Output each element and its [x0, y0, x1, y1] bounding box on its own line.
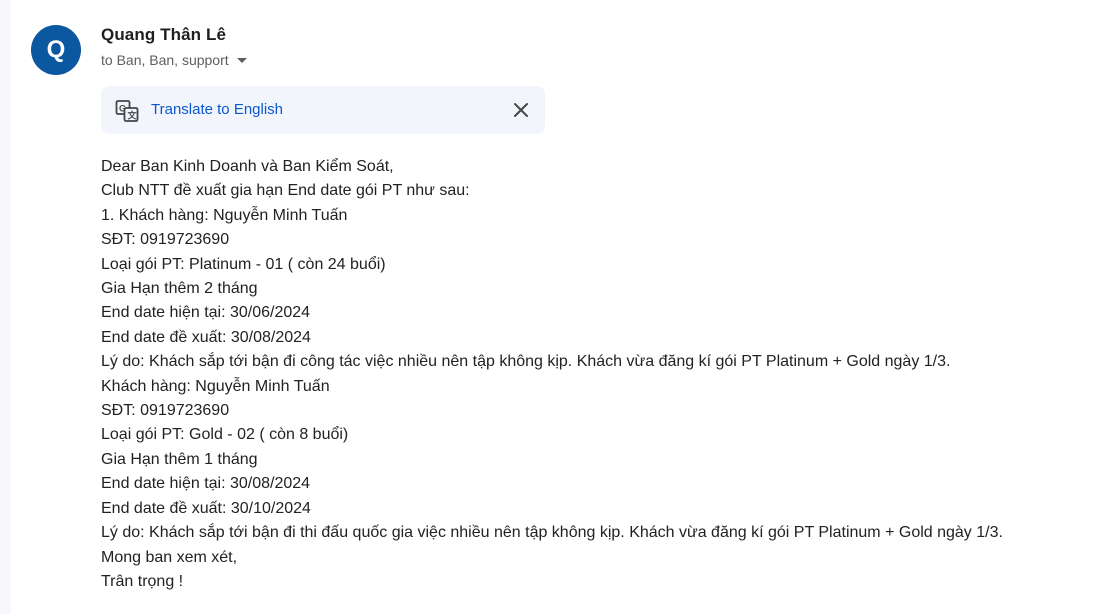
chevron-down-icon [236, 57, 247, 63]
body-line: Khách hàng: Nguyễn Minh Tuấn [101, 377, 330, 395]
avatar[interactable]: Q [31, 25, 81, 75]
body-line: Loại gói PT: Gold - 02 ( còn 8 buổi) [101, 426, 349, 444]
body-line: Lý do: Khách sắp tới bận đi thi đấu quốc… [101, 524, 1003, 542]
body-line: Mong ban xem xét, [101, 548, 238, 566]
body-line: End date đề xuất: 30/10/2024 [101, 499, 311, 517]
email-body: Dear Ban Kinh Doanh và Ban Kiểm Soát, Cl… [101, 155, 1091, 594]
body-line: 1. Khách hàng: Nguyễn Minh Tuấn [101, 206, 348, 224]
translate-link[interactable]: Translate to English [151, 101, 283, 118]
body-line: Lý do: Khách sắp tới bận đi công tác việ… [101, 353, 951, 371]
recipients-toggle[interactable]: to Ban, Ban, support [101, 52, 247, 68]
body-line: Gia Hạn thêm 2 tháng [101, 280, 258, 298]
body-line: Gia Hạn thêm 1 tháng [101, 450, 258, 468]
body-line: Dear Ban Kinh Doanh và Ban Kiểm Soát, [101, 158, 394, 175]
body-line: Club NTT đề xuất gia hạn End date gói PT… [101, 182, 470, 200]
body-line: SĐT: 0919723690 [101, 402, 230, 420]
recipients-text: to Ban, Ban, support [101, 52, 229, 68]
body-line: Trân trọng ! [101, 572, 184, 590]
left-panel-edge [0, 0, 11, 614]
body-line: Loại gói PT: Platinum - 01 ( còn 24 buổi… [101, 255, 386, 273]
translate-banner: G 文 Translate to English [101, 86, 545, 134]
body-line: End date hiện tại: 30/08/2024 [101, 475, 311, 493]
body-line: End date hiện tại: 30/06/2024 [101, 304, 311, 322]
body-line: SĐT: 0919723690 [101, 231, 230, 249]
close-icon[interactable] [511, 100, 531, 120]
svg-text:文: 文 [127, 110, 138, 121]
translate-icon: G 文 [115, 100, 139, 122]
body-line: End date đề xuất: 30/08/2024 [101, 328, 311, 346]
sender-name[interactable]: Quang Thân Lê [101, 25, 226, 45]
avatar-letter: Q [46, 36, 66, 63]
